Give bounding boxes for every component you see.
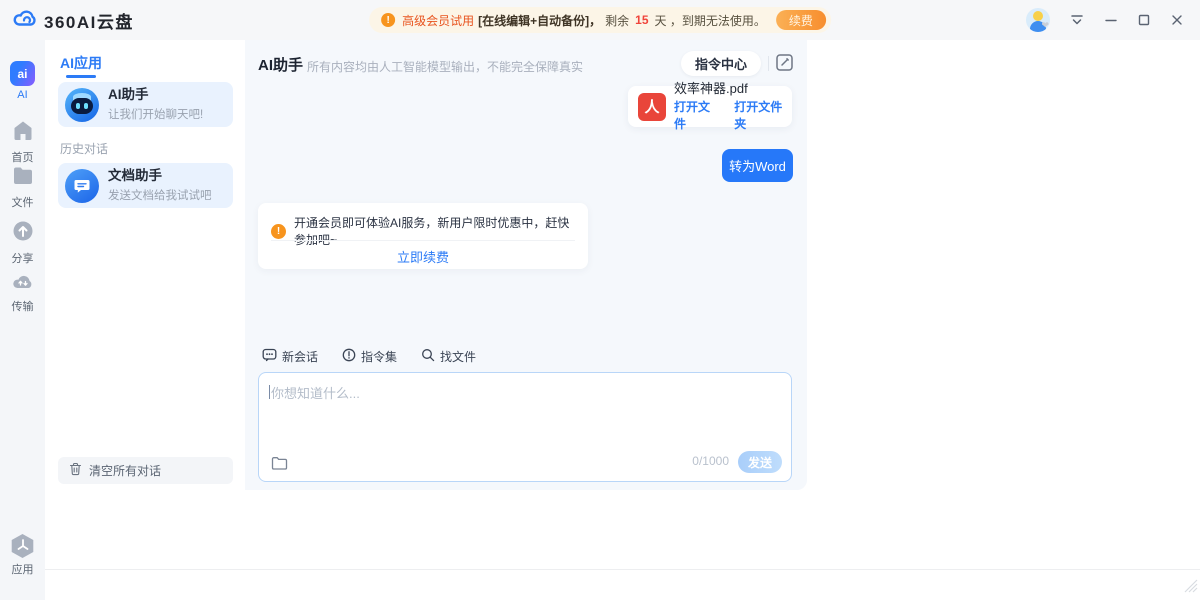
char-counter: 0/1000 [692, 454, 729, 468]
clear-all-chats-button[interactable]: 清空所有对话 [58, 457, 233, 484]
chat-panel: AI助手 所有内容均由人工智能模型输出，不能完全保障真实 指令中心 人 效率神器… [245, 40, 807, 490]
pdf-file-card: 人 效率神器.pdf 打开文件 打开文件夹 [628, 86, 792, 127]
ai-assistant-card[interactable]: AI助手 让我们开始聊天吧! [58, 82, 233, 127]
renew-now-link[interactable]: 立即续费 [258, 247, 588, 266]
app-window: 360AI云盘 ! 高级会员试用 [在线编辑+自动备份]， 剩余 15 天 ，到… [0, 0, 1200, 600]
ai-disclaimer: 所有内容均由人工智能模型输出，不能完全保障真实 [307, 58, 583, 75]
text-caret [269, 385, 270, 399]
message-input-container: 0/1000 发送 [258, 372, 792, 482]
banner-suffix-text: 天 ，到期无法使用。 [655, 12, 766, 29]
rail-item-home[interactable]: 首页 [0, 119, 45, 165]
title-bar: 360AI云盘 ! 高级会员试用 [在线编辑+自动备份]， 剩余 15 天 ，到… [0, 0, 1200, 40]
convert-to-word-button[interactable]: 转为Word [722, 149, 793, 182]
find-file-button[interactable]: 找文件 [421, 348, 476, 365]
tab-ai-apps[interactable]: AI应用 [60, 53, 102, 73]
ai-badge-icon: ai [10, 61, 35, 86]
rail-item-transfer[interactable]: 传输 [0, 272, 45, 314]
attach-folder-icon[interactable] [270, 456, 288, 472]
doc-assistant-subtitle: 发送文档给我试试吧 [108, 187, 212, 203]
banner-warning-icon: ! [381, 13, 395, 27]
close-button[interactable] [1170, 13, 1184, 27]
renew-button[interactable]: 续费 [776, 10, 826, 30]
window-controls: ❤ [1026, 0, 1184, 40]
open-folder-link[interactable]: 打开文件夹 [734, 98, 792, 132]
ai-app-panel: AI应用 AI助手 让我们开始聊天吧! 历史对话 文档助手 发送文档给我试试吧 [45, 40, 245, 570]
home-icon [11, 119, 35, 146]
logo-text: 360AI云盘 [44, 8, 134, 33]
history-item-doc-assistant[interactable]: 文档助手 发送文档给我试试吧 [58, 163, 233, 208]
pdf-file-name: 效率神器.pdf [674, 81, 792, 98]
user-avatar[interactable]: ❤ [1026, 8, 1050, 32]
banner-prefix-text: 高级会员试用 [402, 12, 474, 29]
nav-rail: ai AI 首页 文件 分享 [0, 40, 45, 600]
chat-title: AI助手 [258, 54, 303, 75]
header-divider [768, 56, 769, 71]
membership-trial-banner: ! 高级会员试用 [在线编辑+自动备份]， 剩余 15 天 ，到期无法使用。 续… [369, 7, 831, 33]
membership-notice-card: ! 开通会员即可体验AI服务，新用户限时优惠中，赶快参加吧~ 立即续费 [258, 203, 588, 269]
apps-hexagon-icon [11, 534, 35, 558]
minimize-button[interactable] [1104, 13, 1118, 27]
send-button[interactable]: 发送 [738, 451, 782, 473]
rail-item-apps[interactable]: 应用 [0, 534, 45, 577]
notice-warning-icon: ! [271, 224, 286, 239]
command-center-button[interactable]: 指令中心 [681, 51, 761, 76]
trash-icon [69, 462, 82, 479]
command-set-icon [342, 348, 356, 365]
ai-assistant-subtitle: 让我们开始聊天吧! [108, 106, 203, 122]
ai-assistant-avatar-icon [65, 88, 99, 122]
pdf-file-icon: 人 [638, 93, 666, 121]
transfer-cloud-icon [11, 272, 35, 295]
cloud-logo-icon [12, 7, 38, 34]
new-chat-edit-icon[interactable] [774, 53, 794, 73]
notice-text: 开通会员即可体验AI服务，新用户限时优惠中，赶快参加吧~ [294, 214, 574, 248]
new-session-button[interactable]: 新会话 [262, 348, 318, 365]
tab-underline [66, 75, 96, 78]
maximize-button[interactable] [1137, 13, 1151, 27]
chat-bubble-icon [262, 348, 277, 365]
app-logo: 360AI云盘 [12, 7, 134, 33]
search-icon [421, 348, 435, 365]
folder-icon [11, 166, 35, 191]
rail-item-files[interactable]: 文件 [0, 166, 45, 210]
doc-assistant-avatar-icon [65, 169, 99, 203]
banner-feature-text: [在线编辑+自动备份]， [478, 12, 601, 29]
message-input[interactable] [271, 383, 779, 443]
share-icon [12, 220, 34, 247]
rail-item-ai[interactable]: ai AI [0, 61, 45, 101]
rail-item-share[interactable]: 分享 [0, 220, 45, 266]
footer-divider [45, 569, 1200, 570]
banner-days-value: 15 [633, 13, 650, 27]
command-set-button[interactable]: 指令集 [342, 348, 397, 365]
chat-toolbar: 新会话 指令集 找文件 [262, 348, 476, 365]
doc-assistant-title: 文档助手 [108, 168, 212, 185]
mini-mode-icon[interactable] [1069, 12, 1085, 28]
ai-assistant-title: AI助手 [108, 87, 203, 104]
notice-divider [271, 240, 575, 241]
open-file-link[interactable]: 打开文件 [674, 98, 720, 132]
history-section-label: 历史对话 [60, 140, 108, 157]
banner-remaining-label: 剩余 [605, 12, 629, 29]
resize-grip[interactable] [1184, 579, 1198, 598]
